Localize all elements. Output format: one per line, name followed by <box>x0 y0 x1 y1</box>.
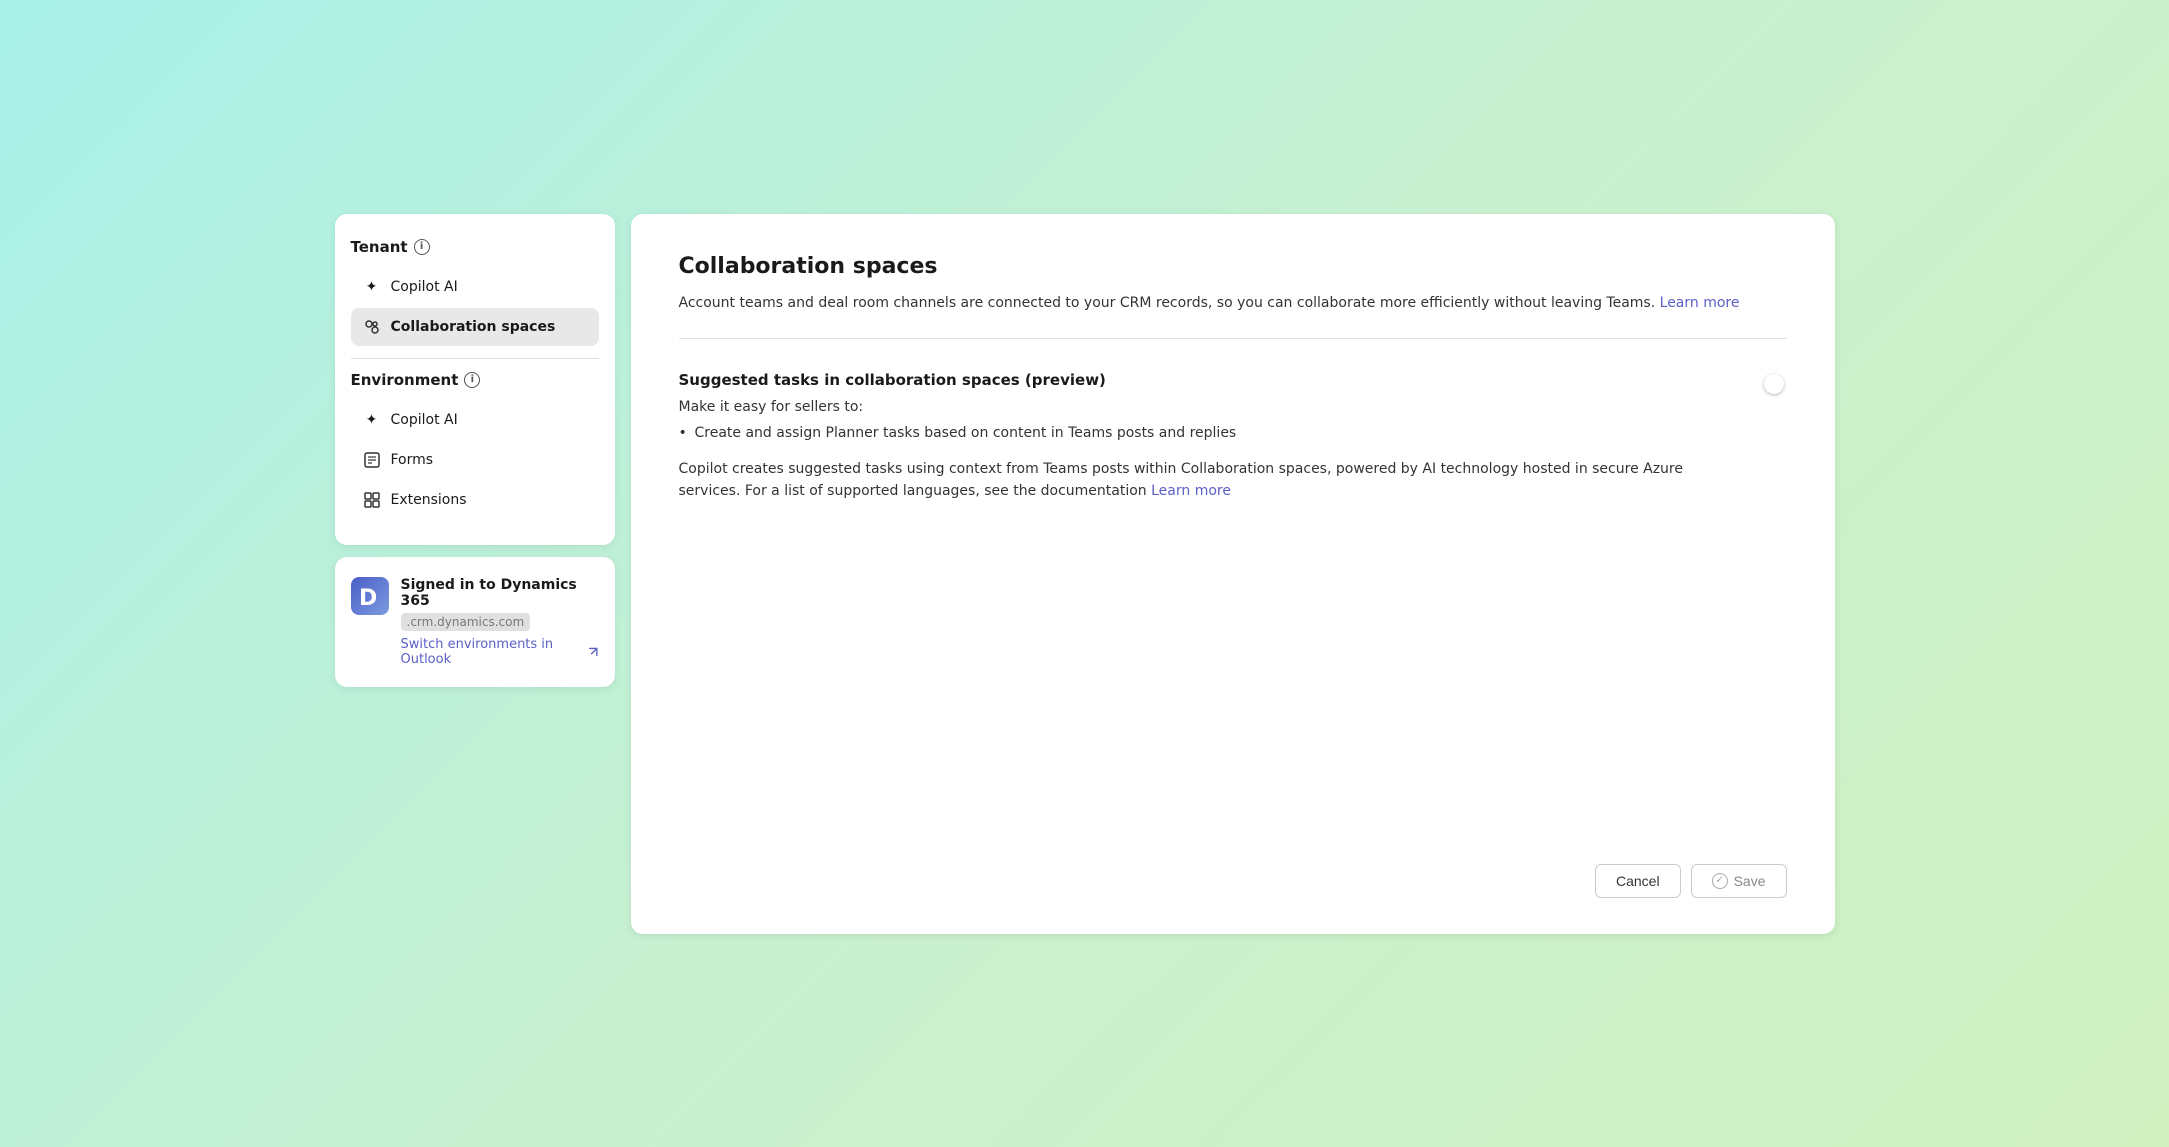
svg-text:D: D <box>359 586 377 611</box>
page-description: Account teams and deal room channels are… <box>679 293 1787 314</box>
external-link-icon <box>588 646 599 658</box>
save-button[interactable]: ✓ Save <box>1691 864 1787 898</box>
sparkle-icon: ✦ <box>363 411 381 429</box>
feature-description: Copilot creates suggested tasks using co… <box>679 458 1747 503</box>
sidebar-item-collaboration-spaces[interactable]: Collaboration spaces <box>351 308 599 346</box>
tenant-label: Tenant <box>351 238 408 256</box>
dynamics-logo: D <box>351 577 389 615</box>
content-divider <box>679 338 1787 339</box>
sidebar-item-copilot-ai-tenant[interactable]: ✦ Copilot AI <box>351 268 599 306</box>
main-content: Collaboration spaces Account teams and d… <box>631 214 1835 934</box>
switch-environments-link[interactable]: Switch environments in Outlook <box>401 637 599 667</box>
feature-subtitle: Make it easy for sellers to: <box>679 399 1747 415</box>
signed-in-email: .crm.dynamics.com <box>401 613 531 631</box>
sidebar: Tenant i ✦ Copilot AI Collaboration spac… <box>335 214 615 687</box>
sparkle-icon: ✦ <box>363 278 381 296</box>
sidebar-item-copilot-ai-env[interactable]: ✦ Copilot AI <box>351 401 599 439</box>
tenant-section-header: Tenant i <box>351 238 599 256</box>
learn-more-link-feature[interactable]: Learn more <box>1151 483 1231 499</box>
sidebar-item-label: Copilot AI <box>391 279 458 295</box>
extensions-icon <box>363 491 381 509</box>
sidebar-item-label: Collaboration spaces <box>391 319 556 335</box>
environment-section-header: Environment i <box>351 371 599 389</box>
forms-icon <box>363 451 381 469</box>
feature-title: Suggested tasks in collaboration spaces … <box>679 371 1747 389</box>
environment-info-icon[interactable]: i <box>464 372 480 388</box>
sidebar-item-extensions[interactable]: Extensions <box>351 481 599 519</box>
environment-label: Environment <box>351 371 459 389</box>
sidebar-item-label: Copilot AI <box>391 412 458 428</box>
save-check-icon: ✓ <box>1712 873 1728 889</box>
signed-in-card: D Signed in to Dynamics 365 .crm.dynamic… <box>335 557 615 687</box>
sidebar-item-forms[interactable]: Forms <box>351 441 599 479</box>
sidebar-item-label: Extensions <box>391 492 467 508</box>
page-title: Collaboration spaces <box>679 254 1787 279</box>
section-divider <box>351 358 599 359</box>
tenant-info-icon[interactable]: i <box>414 239 430 255</box>
sidebar-item-label: Forms <box>391 452 434 468</box>
feature-list: Create and assign Planner tasks based on… <box>679 423 1747 444</box>
collab-icon <box>363 318 381 336</box>
signed-in-title: Signed in to Dynamics 365 <box>401 577 599 609</box>
list-item: Create and assign Planner tasks based on… <box>679 423 1747 444</box>
footer-buttons: Cancel ✓ Save <box>1595 864 1787 898</box>
learn-more-link-header[interactable]: Learn more <box>1660 295 1740 311</box>
feature-section: Suggested tasks in collaboration spaces … <box>679 371 1787 503</box>
feature-content: Suggested tasks in collaboration spaces … <box>679 371 1747 503</box>
cancel-button[interactable]: Cancel <box>1595 864 1681 898</box>
app-container: Tenant i ✦ Copilot AI Collaboration spac… <box>335 214 1835 934</box>
sidebar-nav: Tenant i ✦ Copilot AI Collaboration spac… <box>335 214 615 545</box>
signed-in-text: Signed in to Dynamics 365 .crm.dynamics.… <box>401 577 599 667</box>
